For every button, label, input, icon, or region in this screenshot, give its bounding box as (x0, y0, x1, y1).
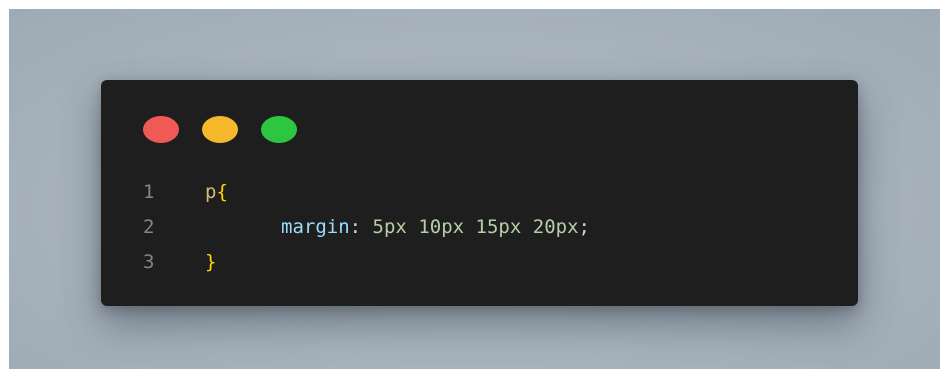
css-value: 5px (372, 216, 407, 238)
code-window: 1 p{ 2 margin: 5px 10px 15px 20px; 3 } (101, 80, 858, 306)
minimize-dot-icon (202, 116, 238, 143)
code-line-3: 3 } (143, 245, 590, 280)
background-frame: 1 p{ 2 margin: 5px 10px 15px 20px; 3 } (9, 9, 940, 369)
css-property: margin (281, 216, 350, 238)
window-controls (143, 116, 297, 143)
code-line-2: 2 margin: 5px 10px 15px 20px; (143, 210, 590, 245)
line-number: 2 (143, 216, 155, 238)
code-block: 1 p{ 2 margin: 5px 10px 15px 20px; 3 } (143, 175, 590, 280)
open-brace: { (216, 181, 228, 203)
line-number: 1 (143, 181, 155, 203)
css-value: 20px (532, 216, 579, 238)
maximize-dot-icon (261, 116, 297, 143)
close-brace: } (205, 251, 217, 273)
colon: : (349, 216, 362, 238)
code-line-1: 1 p{ (143, 175, 590, 210)
css-selector: p (205, 181, 217, 203)
close-dot-icon (143, 116, 179, 143)
line-number: 3 (143, 251, 155, 273)
semicolon: ; (578, 216, 590, 238)
css-value: 15px (475, 216, 522, 238)
css-value: 10px (418, 216, 465, 238)
